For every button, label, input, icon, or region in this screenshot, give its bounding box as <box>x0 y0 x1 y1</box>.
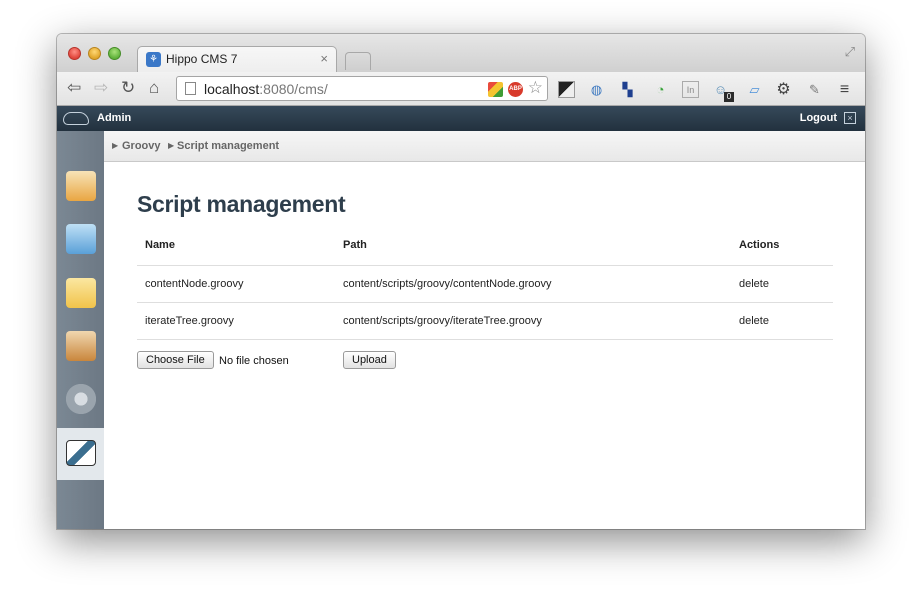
menu-icon[interactable]: ≡ <box>836 81 853 98</box>
settings-gear-icon[interactable]: ⚙ <box>775 81 792 98</box>
sidebar-item-admin[interactable] <box>57 374 104 426</box>
eyedropper-icon[interactable]: ✎ <box>806 81 823 98</box>
breadcrumb-item-script-management: Script management <box>177 140 280 152</box>
logout-link[interactable]: Logout <box>800 112 837 124</box>
breadcrumb: ▶ Groovy ▶ Script management <box>104 131 865 162</box>
delete-link[interactable]: delete <box>739 278 769 290</box>
url-text[interactable]: localhost:8080/cms/ <box>204 81 328 97</box>
groovy-logo-icon <box>66 440 96 466</box>
window-minimize-button[interactable] <box>88 47 101 60</box>
sidebar-item-dashboard[interactable] <box>57 161 104 213</box>
address-bar[interactable]: localhost:8080/cms/ ABP ☆ <box>176 76 548 101</box>
table-header-row: Name Path Actions <box>137 230 833 266</box>
table-row: contentNode.groovy content/scripts/groov… <box>137 266 833 303</box>
perspective-sidebar <box>57 131 104 529</box>
extension-linkedin-icon[interactable]: In <box>682 81 699 98</box>
scripts-table: Name Path Actions contentNode.groovy con… <box>137 230 833 340</box>
browser-tab[interactable]: ⚘ Hippo CMS 7 × <box>137 46 337 72</box>
gear-icon <box>66 384 96 414</box>
extension-color-icon[interactable] <box>488 82 503 97</box>
script-path: content/scripts/groovy/contentNode.groov… <box>343 278 552 290</box>
tab-strip: ⚘ Hippo CMS 7 × ⤢ <box>57 34 865 72</box>
user-label: Admin <box>97 112 132 124</box>
cms-top-bar: Admin Logout × <box>57 106 865 131</box>
images-icon <box>66 224 96 254</box>
column-header-name: Name <box>145 239 175 251</box>
no-file-chosen-text: No file chosen <box>219 355 289 367</box>
upload-button[interactable]: Upload <box>343 351 396 369</box>
breadcrumb-arrow-icon: ▶ <box>168 141 175 150</box>
fullscreen-icon[interactable]: ⤢ <box>845 44 855 60</box>
extension-map-icon[interactable]: ▚ <box>619 81 636 98</box>
page-icon <box>185 82 196 95</box>
extension-timer-icon[interactable]: ◔ <box>652 81 669 98</box>
hippo-favicon-icon: ⚘ <box>146 52 161 67</box>
tab-title: Hippo CMS 7 <box>166 52 238 66</box>
column-header-path: Path <box>343 239 367 251</box>
extension-globe-icon[interactable]: ◍ <box>588 81 605 98</box>
choose-file-button[interactable]: Choose File <box>137 351 214 369</box>
reload-icon[interactable]: ↻ <box>121 78 135 98</box>
delete-link[interactable]: delete <box>739 315 769 327</box>
script-path: content/scripts/groovy/iterateTree.groov… <box>343 315 542 327</box>
sidebar-item-reports[interactable] <box>57 321 104 373</box>
column-header-actions: Actions <box>739 239 780 251</box>
back-icon[interactable]: ⇦ <box>67 78 81 98</box>
adblock-icon[interactable]: ABP <box>508 82 523 97</box>
hippo-logo-icon <box>63 112 89 125</box>
clipboard-report-icon <box>66 331 96 361</box>
window-maximize-button[interactable] <box>108 47 121 60</box>
extension-screen-icon[interactable] <box>558 81 575 98</box>
folder-icon <box>66 278 96 308</box>
browser-toolbar: ⇦ ⇨ ↻ ⌂ localhost:8080/cms/ ABP ☆ ◍ ▚ ◔ … <box>57 72 865 106</box>
breadcrumb-arrow-icon: ▶ <box>112 141 119 150</box>
breadcrumb-item-groovy[interactable]: Groovy <box>122 140 161 152</box>
home-icon <box>66 171 96 201</box>
window-close-button[interactable] <box>68 47 81 60</box>
forward-icon[interactable]: ⇨ <box>94 78 108 98</box>
new-tab-button[interactable] <box>345 52 371 70</box>
script-name: iterateTree.groovy <box>145 315 234 327</box>
logout-close-icon[interactable]: × <box>844 112 856 124</box>
bookmark-star-icon[interactable]: ☆ <box>528 78 543 98</box>
table-row: iterateTree.groovy content/scripts/groov… <box>137 303 833 340</box>
sidebar-item-content[interactable] <box>57 268 104 320</box>
sidebar-item-groovy[interactable] <box>57 428 104 480</box>
sidebar-item-channel-manager[interactable] <box>57 214 104 266</box>
page-title: Script management <box>137 191 346 217</box>
browser-window: ⚘ Hippo CMS 7 × ⤢ ⇦ ⇨ ↻ ⌂ localhost:8080… <box>57 34 865 529</box>
script-name: contentNode.groovy <box>145 278 244 290</box>
home-icon[interactable]: ⌂ <box>149 78 159 98</box>
extension-badge: 0 <box>724 92 734 102</box>
tab-close-icon[interactable]: × <box>320 51 328 66</box>
extension-ruler-icon[interactable]: ▱ <box>746 81 763 98</box>
